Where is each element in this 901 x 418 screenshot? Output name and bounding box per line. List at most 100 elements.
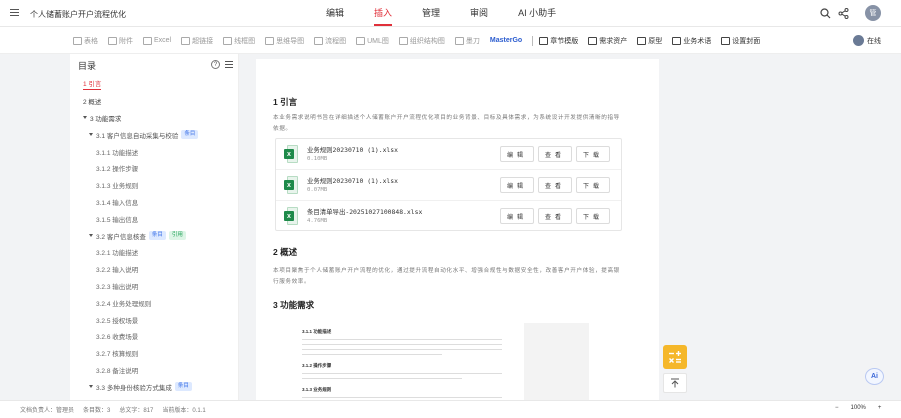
ai-assistant-icon[interactable]: Ai xyxy=(865,368,884,385)
view-button[interactable]: 查看 xyxy=(538,146,572,162)
toc-item[interactable]: 3.1.3 业务规则 xyxy=(70,177,238,194)
toc-item[interactable]: 3.3 多种身份核验方式集成 条目 xyxy=(70,378,238,395)
toc-item[interactable]: 3.2.7 核算规则 xyxy=(70,345,238,362)
view-button[interactable]: 查看 xyxy=(538,208,572,224)
prototype-icon xyxy=(637,36,647,45)
excel-file-icon: x xyxy=(284,207,298,225)
toc-item[interactable]: 3.1.5 输出信息 xyxy=(70,210,238,227)
toc-item[interactable]: 3.1.4 输入信息 xyxy=(70,194,238,211)
attachment-size: 0.07MB xyxy=(307,187,328,193)
insert-mindmap-button[interactable]: 思维导图 xyxy=(265,36,304,46)
download-button[interactable]: 下载 xyxy=(576,208,610,224)
excel-file-icon: x xyxy=(284,145,298,163)
tab-ai-assistant[interactable]: AI 小助手 xyxy=(518,0,556,27)
header-actions: 管 xyxy=(815,5,881,21)
status-bar: 文档负责人：管理员 条目数：3 总文字：817 当前版本：0.1.1 − 100… xyxy=(0,400,901,418)
toc-header: 目录 ? xyxy=(70,54,238,76)
toc-item[interactable]: 3.2.2 输入说明 xyxy=(70,261,238,278)
section-heading: 1 引言 xyxy=(273,97,298,107)
toc-item[interactable]: 2 概述 xyxy=(70,93,238,110)
main-tabs: 编辑 插入 管理 审阅 AI 小助手 xyxy=(326,0,586,27)
download-button[interactable]: 下载 xyxy=(576,146,610,162)
glossary-icon xyxy=(672,36,682,45)
toc-list: 1 引言 2 概述 3 功能需求 3.1 客户信息自动采集与校验 条目 3.1.1… xyxy=(70,76,238,395)
caret-down-icon[interactable] xyxy=(89,234,93,238)
caret-down-icon[interactable] xyxy=(83,116,87,120)
insert-toolbar: 表格 附件 Excel 超链接 线框图 思维导图 流程图 UML图 组织结构图 … xyxy=(0,27,901,54)
view-button[interactable]: 查看 xyxy=(538,177,572,193)
section-heading: 2 概述 xyxy=(273,247,298,257)
prototype-button[interactable]: 原型 xyxy=(637,36,662,46)
toc-item[interactable]: 3.2.6 收费场景 xyxy=(70,328,238,345)
entry-tag: 条目 xyxy=(181,130,199,140)
avatar[interactable]: 管 xyxy=(865,5,881,21)
caret-down-icon[interactable] xyxy=(89,385,93,389)
toc-item[interactable]: 1 引言 xyxy=(70,76,238,93)
insert-mastergo-button[interactable]: MasterGo xyxy=(490,37,522,44)
insert-uml-button[interactable]: UML图 xyxy=(356,36,389,46)
edit-button[interactable]: 编辑 xyxy=(500,146,534,162)
insert-wireframe-button[interactable]: 线框图 xyxy=(223,36,255,46)
thumbnail-heading: 3.1.3 业务规则 xyxy=(302,387,332,392)
tab-manage[interactable]: 管理 xyxy=(422,0,440,27)
insert-table-button[interactable]: 表格 xyxy=(73,36,98,46)
attachment-size: 0.10MB xyxy=(307,156,328,162)
share-icon[interactable] xyxy=(835,5,851,21)
zoom-in-icon[interactable]: + xyxy=(878,405,882,411)
attachment-row: x 条目清单导出-20251027100848.xlsx 4.76MB 编辑 查… xyxy=(276,201,621,232)
attachment-row: x 业务规则20230710 (1).xlsx 0.10MB 编辑 查看 下载 xyxy=(276,139,621,170)
insert-attachment-button[interactable]: 附件 xyxy=(108,36,133,46)
toc-item[interactable]: 3.2.8 备注说明 xyxy=(70,362,238,379)
caret-down-icon[interactable] xyxy=(89,133,93,137)
toc-title: 目录 xyxy=(78,60,97,71)
insert-flowchart-button[interactable]: 流程图 xyxy=(314,36,346,46)
toc-item[interactable]: 3.2.3 输出说明 xyxy=(70,278,238,295)
word-count: 总文字：817 xyxy=(119,408,154,414)
tab-insert[interactable]: 插入 xyxy=(374,0,393,27)
business-terms-button[interactable]: 业务术语 xyxy=(672,36,711,46)
attachment-list: x 业务规则20230710 (1).xlsx 0.10MB 编辑 查看 下载 … xyxy=(275,138,622,231)
edit-button[interactable]: 编辑 xyxy=(500,177,534,193)
online-status[interactable]: 在线 xyxy=(853,35,881,46)
search-icon[interactable] xyxy=(817,5,833,21)
attachment-row: x 业务规则20230710 (1).xlsx 0.07MB 编辑 查看 下载 xyxy=(276,170,621,201)
document-page[interactable]: 1 引言 本业务需求说明书旨在详细描述个人储蓄账户开户流程优化项目的业务背景、目… xyxy=(256,59,660,404)
modao-icon xyxy=(454,36,464,45)
edit-button[interactable]: 编辑 xyxy=(500,208,534,224)
mindmap-icon xyxy=(265,36,275,45)
back-to-top-icon[interactable] xyxy=(663,373,687,393)
calculator-icon[interactable] xyxy=(663,345,687,369)
assets-icon xyxy=(588,36,598,45)
toc-item[interactable]: 3.2.4 业务处理规则 xyxy=(70,294,238,311)
toc-item[interactable]: 3 功能需求 xyxy=(70,110,238,127)
chapter-template-button[interactable]: 章节模版 xyxy=(539,36,578,46)
toc-item[interactable]: 3.1.1 功能描述 xyxy=(70,143,238,160)
toc-item[interactable]: 3.2 客户信息核查 条目 引用 xyxy=(70,227,238,244)
wireframe-icon xyxy=(223,36,233,45)
list-icon[interactable] xyxy=(225,61,233,70)
paperclip-icon xyxy=(108,36,117,45)
insert-modao-button[interactable]: 墨刀 xyxy=(454,36,480,46)
set-cover-button[interactable]: 设置封面 xyxy=(721,36,760,46)
attachment-size: 4.76MB xyxy=(307,218,328,224)
zoom-out-icon[interactable]: − xyxy=(835,405,839,411)
requirement-assets-button[interactable]: 需求资产 xyxy=(588,36,627,46)
toc-item[interactable]: 3.1.2 操作步骤 xyxy=(70,160,238,177)
tab-review[interactable]: 审阅 xyxy=(470,0,488,27)
right-gutter xyxy=(659,54,901,400)
toc-item[interactable]: 3.1 客户信息自动采集与校验 条目 xyxy=(70,126,238,143)
tab-edit[interactable]: 编辑 xyxy=(326,0,344,27)
toc-item[interactable]: 3.2.1 功能描述 xyxy=(70,244,238,261)
insert-excel-button[interactable]: Excel xyxy=(143,36,171,45)
insert-org-chart-button[interactable]: 组织结构图 xyxy=(398,36,445,46)
toc-item[interactable]: 3.2.5 授权场景 xyxy=(70,311,238,328)
embedded-document-image[interactable]: 3.1.1 功能描述 3.1.2 操作步骤 3.1.3 业务规则 xyxy=(284,323,589,404)
online-avatar-icon xyxy=(853,35,864,46)
download-button[interactable]: 下载 xyxy=(576,177,610,193)
insert-hyperlink-button[interactable]: 超链接 xyxy=(181,36,213,46)
excel-file-icon: x xyxy=(284,176,298,194)
zoom-level: 100% xyxy=(850,405,866,411)
section-paragraph: 本项目聚焦于个人储蓄账户开户流程的优化，通过提升流程自动化水平、增强合规性与数据… xyxy=(273,268,620,285)
help-icon[interactable]: ? xyxy=(211,60,220,69)
menu-icon[interactable] xyxy=(10,9,19,17)
